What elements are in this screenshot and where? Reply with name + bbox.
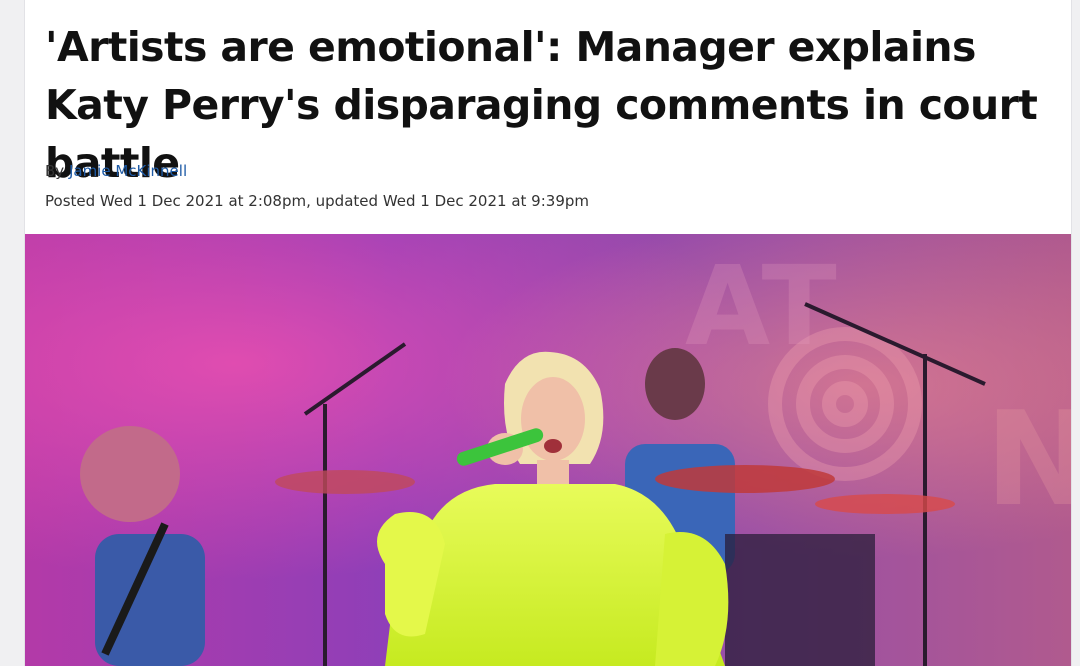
posted-label: Posted [45,192,96,210]
concert-photo-icon: AT N [25,234,1071,666]
author-link[interactable]: Jamie McKinnell [69,162,187,180]
byline: By Jamie McKinnell [45,162,187,180]
svg-text:N: N [985,383,1071,535]
article-timestamps: Posted Wed 1 Dec 2021 at 2:08pm, updated… [45,192,589,210]
posted-date: Wed 1 Dec 2021 at 2:08pm [99,192,307,210]
byline-prefix: By [45,162,65,180]
hero-image[interactable]: AT N [25,234,1071,666]
updated-date: Wed 1 Dec 2021 at 9:39pm [382,192,589,210]
updated-label: , updated [306,192,379,210]
article-container: 'Artists are emotional': Manager explain… [24,0,1072,666]
article-headline: 'Artists are emotional': Manager explain… [45,23,1038,187]
